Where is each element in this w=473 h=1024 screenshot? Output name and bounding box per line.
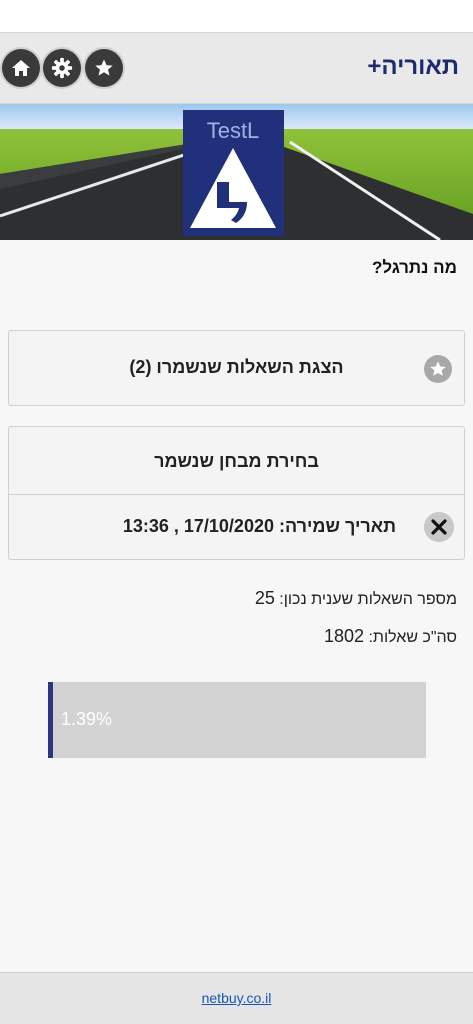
total-questions-value: 1802 xyxy=(323,626,364,646)
progress-text: 1.39% xyxy=(61,709,113,729)
saved-exam-label: בחירת מבחן שנשמר xyxy=(154,451,319,471)
saved-exam-card: בחירת מבחן שנשמר תאריך שמירה: 17/10/2020… xyxy=(8,426,465,560)
progress-bar: 1.39% xyxy=(48,682,426,758)
correct-answers-label: מספר השאלות שענית נכון: xyxy=(279,591,457,608)
progress-fill xyxy=(48,682,53,758)
home-icon xyxy=(12,60,30,76)
star-icon xyxy=(95,59,113,76)
status-strip xyxy=(0,0,473,32)
saved-questions-label: הצגת השאלות שנשמרו (2) xyxy=(129,357,344,377)
testl-logo: TestL xyxy=(183,110,284,236)
settings-button[interactable] xyxy=(43,49,81,87)
page-title: תאוריה+ xyxy=(367,53,459,80)
star-icon xyxy=(430,361,446,376)
svg-text:TestL: TestL xyxy=(207,118,260,143)
footer: netbuy.co.il xyxy=(0,972,473,1024)
saved-questions-card[interactable]: הצגת השאלות שנשמרו (2) xyxy=(8,330,465,406)
total-questions-stat: סה"כ שאלות: 1802 xyxy=(324,626,457,647)
saved-star-badge xyxy=(424,355,452,383)
app-header: תאוריה+ xyxy=(0,32,473,104)
favorites-button[interactable] xyxy=(85,49,123,87)
header-banner: TestL xyxy=(0,104,473,240)
correct-answers-value: 25 xyxy=(254,588,275,608)
footer-link[interactable]: netbuy.co.il xyxy=(202,990,272,1006)
correct-answers-stat: מספר השאלות שענית נכון: 25 xyxy=(255,588,457,609)
close-icon xyxy=(431,519,447,535)
saved-exam-row[interactable]: תאריך שמירה: 17/10/2020 , 13:36 xyxy=(9,494,464,561)
saved-date: תאריך שמירה: 17/10/2020 , 13:36 xyxy=(122,516,396,536)
delete-saved-exam-button[interactable] xyxy=(424,512,454,542)
gear-icon xyxy=(51,57,73,79)
home-button[interactable] xyxy=(2,49,40,87)
practice-heading: מה נתרגל? xyxy=(372,258,457,277)
total-questions-label: סה"כ שאלות: xyxy=(368,629,457,646)
saved-exam-header[interactable]: בחירת מבחן שנשמר xyxy=(9,427,464,495)
